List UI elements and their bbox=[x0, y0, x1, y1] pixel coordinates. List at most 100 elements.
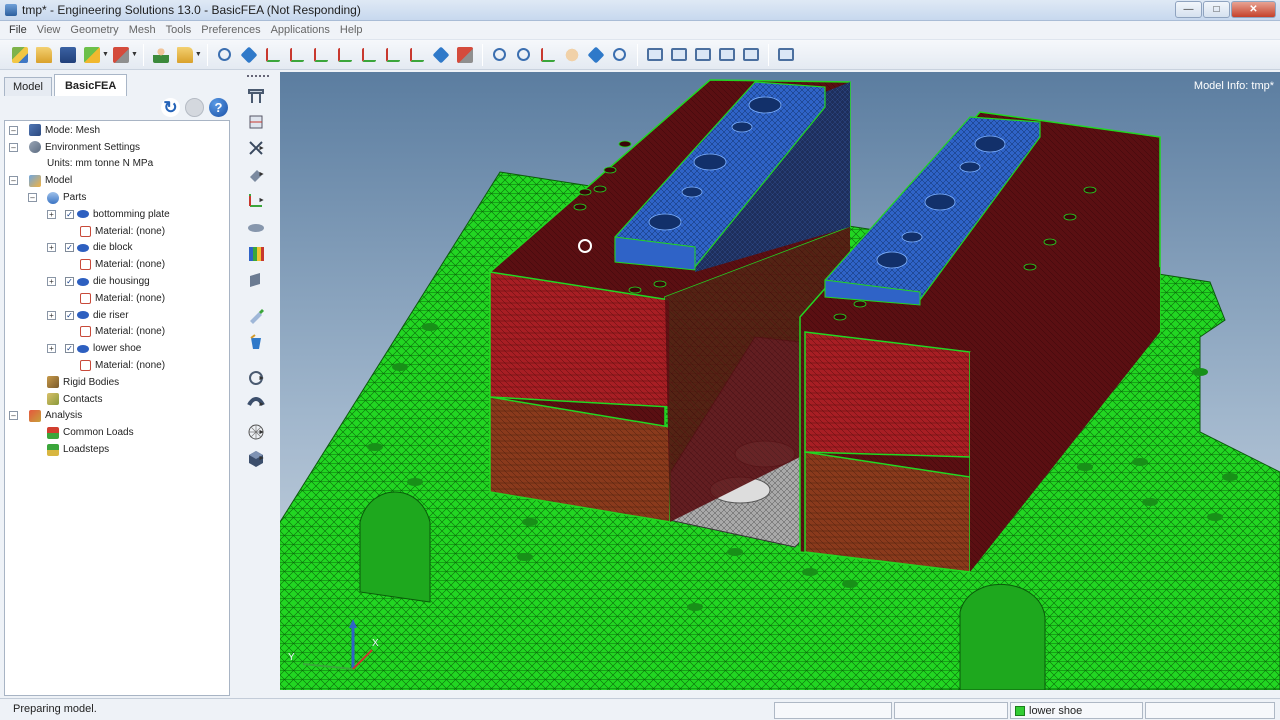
minimize-button[interactable]: — bbox=[1175, 1, 1202, 18]
menu-applications[interactable]: Applications bbox=[266, 24, 335, 36]
mesh-tool-button[interactable]: ► bbox=[245, 422, 267, 442]
import-button[interactable] bbox=[82, 45, 102, 65]
dropdown-icon[interactable]: ► bbox=[258, 145, 265, 152]
maximize-button[interactable]: □ bbox=[1203, 1, 1230, 18]
graphics-viewport[interactable]: Model Info: tmp* X Y bbox=[280, 72, 1280, 690]
bc-tool-button[interactable] bbox=[245, 112, 267, 132]
loop-tool-button[interactable]: ► bbox=[245, 368, 267, 388]
collapse-icon[interactable]: – bbox=[9, 142, 18, 152]
tree-item-units[interactable]: Units: mm tonne N MPa bbox=[5, 156, 229, 173]
export-button[interactable] bbox=[111, 45, 131, 65]
layout-3-button[interactable] bbox=[693, 45, 713, 65]
center-button[interactable] bbox=[538, 45, 558, 65]
dropdown-icon[interactable]: ► bbox=[258, 455, 265, 462]
toolbar-grip[interactable] bbox=[247, 75, 269, 77]
dropdown-icon[interactable]: ► bbox=[258, 171, 265, 178]
fiber-tool-button[interactable] bbox=[245, 218, 267, 238]
tree-item-environment[interactable]: – Environment Settings bbox=[5, 139, 229, 156]
tree-item-part[interactable]: + ✓ die housingg bbox=[5, 273, 229, 290]
tools-button[interactable] bbox=[175, 45, 195, 65]
user-button[interactable] bbox=[151, 45, 171, 65]
tab-model[interactable]: Model bbox=[4, 77, 52, 96]
tree-item-part[interactable]: + ✓ die riser bbox=[5, 307, 229, 324]
expand-icon[interactable]: + bbox=[47, 243, 56, 253]
view-bottom-button[interactable] bbox=[383, 45, 403, 65]
window-layout-button[interactable] bbox=[776, 45, 796, 65]
stop-icon[interactable] bbox=[185, 98, 204, 117]
tab-basicfea[interactable]: BasicFEA bbox=[53, 74, 128, 96]
collapse-icon[interactable]: – bbox=[9, 176, 18, 186]
tree-item-model[interactable]: – Model bbox=[5, 172, 229, 189]
tree-item-rigid-bodies[interactable]: Rigid Bodies bbox=[5, 374, 229, 391]
view-iso-button[interactable] bbox=[407, 45, 427, 65]
dropdown-icon[interactable]: ► bbox=[258, 375, 265, 382]
visibility-checkbox[interactable]: ✓ bbox=[65, 277, 74, 287]
pan-button[interactable] bbox=[562, 45, 582, 65]
collapse-icon[interactable]: – bbox=[9, 411, 18, 421]
refresh-icon[interactable]: ↻ bbox=[161, 98, 180, 117]
view-back-button[interactable] bbox=[287, 45, 307, 65]
expand-icon[interactable]: + bbox=[47, 310, 56, 320]
bucket-tool-button[interactable] bbox=[245, 332, 267, 352]
menu-view[interactable]: View bbox=[32, 24, 66, 36]
view-right-button[interactable] bbox=[335, 45, 355, 65]
close-button[interactable]: ✕ bbox=[1231, 1, 1276, 18]
fit-button[interactable] bbox=[239, 45, 259, 65]
export-dropdown-icon[interactable]: ▼ bbox=[131, 51, 138, 58]
layout-2-button[interactable] bbox=[669, 45, 689, 65]
shell-tool-button[interactable] bbox=[245, 270, 267, 290]
menu-help[interactable]: Help bbox=[335, 24, 368, 36]
tree-item-loadsteps[interactable]: Loadsteps bbox=[5, 441, 229, 458]
expand-icon[interactable]: + bbox=[47, 209, 56, 219]
tree-item-material[interactable]: Material: (none) bbox=[5, 324, 229, 341]
surface-tool-button[interactable] bbox=[245, 86, 267, 106]
expand-icon[interactable]: + bbox=[47, 344, 56, 354]
dropdown-icon[interactable]: ► bbox=[258, 429, 265, 436]
zoom-in-button[interactable] bbox=[514, 45, 534, 65]
tree-item-material[interactable]: Material: (none) bbox=[5, 256, 229, 273]
tree-item-material[interactable]: Material: (none) bbox=[5, 290, 229, 307]
collapse-icon[interactable]: – bbox=[9, 125, 18, 135]
axis-tool-button[interactable]: ► bbox=[245, 190, 267, 210]
contour-tool-button[interactable] bbox=[245, 244, 267, 264]
flag-button[interactable] bbox=[455, 45, 475, 65]
zoom-button[interactable] bbox=[215, 45, 235, 65]
expand-icon[interactable]: + bbox=[47, 277, 56, 287]
menu-tools[interactable]: Tools bbox=[161, 24, 197, 36]
tree-item-part[interactable]: + ✓ die block bbox=[5, 240, 229, 257]
anchor-button[interactable] bbox=[431, 45, 451, 65]
dropdown-icon[interactable]: ► bbox=[258, 401, 265, 408]
tree-item-part[interactable]: + ✓ lower shoe bbox=[5, 340, 229, 357]
tree-item-contacts[interactable]: Contacts bbox=[5, 391, 229, 408]
rotate-button[interactable] bbox=[586, 45, 606, 65]
visibility-checkbox[interactable]: ✓ bbox=[65, 310, 74, 320]
spin-button[interactable] bbox=[610, 45, 630, 65]
menu-geometry[interactable]: Geometry bbox=[65, 24, 123, 36]
tree-item-common-loads[interactable]: Common Loads bbox=[5, 424, 229, 441]
tools-dropdown-icon[interactable]: ▼ bbox=[195, 51, 202, 58]
layout-1-button[interactable] bbox=[645, 45, 665, 65]
menu-file[interactable]: File bbox=[4, 24, 32, 36]
visibility-checkbox[interactable]: ✓ bbox=[65, 209, 74, 219]
dropdown-icon[interactable]: ► bbox=[258, 197, 265, 204]
collapse-icon[interactable]: – bbox=[28, 193, 37, 203]
die-housing-left[interactable] bbox=[489, 79, 851, 523]
tree-item-material[interactable]: Material: (none) bbox=[5, 357, 229, 374]
view-left-button[interactable] bbox=[311, 45, 331, 65]
pipe-tool-button[interactable]: ► bbox=[245, 394, 267, 414]
layout-5-button[interactable] bbox=[741, 45, 761, 65]
tree-item-material[interactable]: Material: (none) bbox=[5, 223, 229, 240]
cross-tool-button[interactable]: ► bbox=[245, 138, 267, 158]
solid-tool-button[interactable]: ► bbox=[245, 448, 267, 468]
selection-indicator[interactable]: lower shoe bbox=[1010, 702, 1143, 719]
open-button[interactable] bbox=[34, 45, 54, 65]
visibility-checkbox[interactable]: ✓ bbox=[65, 243, 74, 253]
visibility-checkbox[interactable]: ✓ bbox=[65, 344, 74, 354]
tree-item-parts[interactable]: – Parts bbox=[5, 189, 229, 206]
tree-item-part[interactable]: + ✓ bottomming plate bbox=[5, 206, 229, 223]
eraser-tool-button[interactable]: ► bbox=[245, 164, 267, 184]
zoom-window-button[interactable] bbox=[490, 45, 510, 65]
view-front-button[interactable] bbox=[263, 45, 283, 65]
tree-item-analysis[interactable]: – Analysis bbox=[5, 408, 229, 425]
layout-4-button[interactable] bbox=[717, 45, 737, 65]
